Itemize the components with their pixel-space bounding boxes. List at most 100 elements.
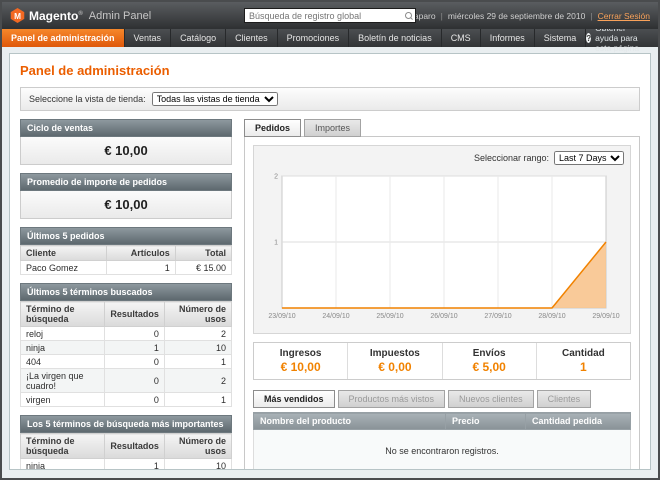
orders-chart: 1 2 23/09/10 24/09/10 25/09/10 26/09/10 27/09/… <box>262 168 622 326</box>
empty-message: No se encontraron registros. <box>254 430 631 471</box>
store-view-bar: Seleccione la vista de tienda: Todas las… <box>20 87 640 111</box>
stat-cell: Envíos€ 5,00 <box>443 343 537 379</box>
main-nav: Panel de administraciónVentasCatálogoCli… <box>2 29 658 47</box>
products-table: Nombre del productoPrecioCantidad pedida… <box>253 412 631 470</box>
dashboard-columns: Ciclo de ventas € 10,00 Promedio de impo… <box>20 119 640 470</box>
nav-item[interactable]: Boletín de noticias <box>349 29 442 47</box>
nav-item[interactable]: Panel de administración <box>2 29 125 47</box>
stat-value: € 10,00 <box>256 360 345 374</box>
table-row: virgen01 <box>21 393 232 407</box>
stat-label: Ingresos <box>256 348 345 359</box>
stat-label: Impuestos <box>350 348 439 359</box>
logout-link[interactable]: Cerrar Sesión <box>598 11 650 21</box>
nav-item[interactable]: Ventas <box>125 29 172 47</box>
tab[interactable]: Clientes <box>537 390 592 408</box>
tab[interactable]: Pedidos <box>244 119 301 137</box>
svg-text:1: 1 <box>274 240 278 247</box>
range-select[interactable]: Last 7 Days <box>554 151 624 165</box>
nav-item[interactable]: Informes <box>481 29 535 47</box>
column-header: Resultados <box>105 302 165 327</box>
meta-separator: | <box>436 11 448 21</box>
column-header: Número de usos <box>164 434 231 459</box>
box-title: Últimos 5 pedidos <box>20 227 232 245</box>
stat-value: € 0,00 <box>350 360 439 374</box>
table-cell: 2 <box>164 369 231 393</box>
svg-text:24/09/10: 24/09/10 <box>322 313 349 320</box>
column-header: Término de búsqueda <box>21 302 105 327</box>
svg-text:26/09/10: 26/09/10 <box>430 313 457 320</box>
column-header: Artículos <box>107 246 175 261</box>
nav-item[interactable]: Catálogo <box>171 29 226 47</box>
svg-text:23/09/10: 23/09/10 <box>268 313 295 320</box>
content-panel: Panel de administración Seleccione la vi… <box>9 53 651 470</box>
column-header: Nombre del producto <box>254 413 446 430</box>
table-cell: 1 <box>164 355 231 369</box>
svg-text:2: 2 <box>274 174 278 181</box>
dashboard-main: PedidosImportes Seleccionar rango: Last … <box>244 119 640 470</box>
tab[interactable]: Nuevos clientes <box>448 390 534 408</box>
top-search-terms-table: Término de búsquedaResultadosNúmero de u… <box>20 433 232 470</box>
global-search <box>244 8 416 23</box>
svg-text:29/09/10: 29/09/10 <box>592 313 619 320</box>
lifetime-sales-value: € 10,00 <box>20 137 232 165</box>
nav-item[interactable]: Clientes <box>226 29 278 47</box>
meta-separator: | <box>585 11 597 21</box>
top-search-terms-box: Los 5 términos de búsqueda más important… <box>20 415 232 470</box>
store-view-label: Seleccione la vista de tienda: <box>29 94 146 104</box>
average-orders-box: Promedio de importe de pedidos € 10,00 <box>20 173 232 219</box>
table-row: Paco Gomez1€ 15.00 <box>21 261 232 275</box>
box-title: Ciclo de ventas <box>20 119 232 137</box>
nav-item[interactable]: Promociones <box>278 29 350 47</box>
logo-subtitle: Admin Panel <box>89 10 151 22</box>
svg-text:M: M <box>14 12 21 21</box>
nav-item[interactable]: CMS <box>442 29 481 47</box>
stat-cell: Cantidad1 <box>537 343 630 379</box>
column-header: Cantidad pedida <box>526 413 631 430</box>
box-title: Los 5 términos de búsqueda más important… <box>20 415 232 433</box>
table-cell: reloj <box>21 327 105 341</box>
range-row: Seleccionar rango: Last 7 Days <box>260 151 624 165</box>
svg-text:25/09/10: 25/09/10 <box>376 313 403 320</box>
column-header: Cliente <box>21 246 107 261</box>
tab[interactable]: Más vendidos <box>253 390 335 408</box>
dashboard-bottom-tabs: Más vendidosProductos más vistosNuevos c… <box>253 390 631 408</box>
stat-value: € 5,00 <box>445 360 534 374</box>
store-view-select[interactable]: Todas las vistas de tienda <box>152 92 278 106</box>
logo-title: Magento® <box>29 9 83 23</box>
header-date: miércoles 29 de septiembre de 2010 <box>448 11 586 21</box>
help-link[interactable]: ? Obtener ayuda para esta página <box>586 29 658 47</box>
average-orders-value: € 10,00 <box>20 191 232 219</box>
table-cell: ninja <box>21 341 105 355</box>
magento-logo-icon: M <box>10 8 25 23</box>
table-cell: 10 <box>164 459 231 471</box>
table-cell: 1 <box>105 459 165 471</box>
last-orders-box: Últimos 5 pedidos ClienteArtículosTotalP… <box>20 227 232 275</box>
svg-text:27/09/10: 27/09/10 <box>484 313 511 320</box>
box-title: Promedio de importe de pedidos <box>20 173 232 191</box>
global-search-input[interactable] <box>244 8 416 23</box>
tab[interactable]: Importes <box>304 119 361 137</box>
stat-label: Envíos <box>445 348 534 359</box>
table-row: ¡La virgen que cuadro!02 <box>21 369 232 393</box>
column-header: Término de búsqueda <box>21 434 105 459</box>
help-icon: ? <box>586 33 591 43</box>
table-row: ninja110 <box>21 459 232 471</box>
content-area: Panel de administración Seleccione la vi… <box>2 47 658 478</box>
page-title: Panel de administración <box>20 63 640 78</box>
stats-row: Ingresos€ 10,00Impuestos€ 0,00Envíos€ 5,… <box>253 342 631 380</box>
table-cell: 1 <box>107 261 175 275</box>
table-row: No se encontraron registros. <box>254 430 631 471</box>
dashboard-sidebar: Ciclo de ventas € 10,00 Promedio de impo… <box>20 119 232 470</box>
tab[interactable]: Productos más vistos <box>338 390 446 408</box>
table-cell: 2 <box>164 327 231 341</box>
nav-item[interactable]: Sistema <box>535 29 587 47</box>
stat-cell: Impuestos€ 0,00 <box>348 343 442 379</box>
chart-wrap: 1 2 23/09/10 24/09/10 25/09/10 26/09/10 27/09/… <box>260 168 624 331</box>
table-cell: 0 <box>105 355 165 369</box>
table-cell: 404 <box>21 355 105 369</box>
stat-label: Cantidad <box>539 348 628 359</box>
column-header: Resultados <box>105 434 165 459</box>
table-row: 40401 <box>21 355 232 369</box>
chart-panel: Seleccionar rango: Last 7 Days 1 2 23/09/1… <box>253 145 631 334</box>
table-row: reloj02 <box>21 327 232 341</box>
